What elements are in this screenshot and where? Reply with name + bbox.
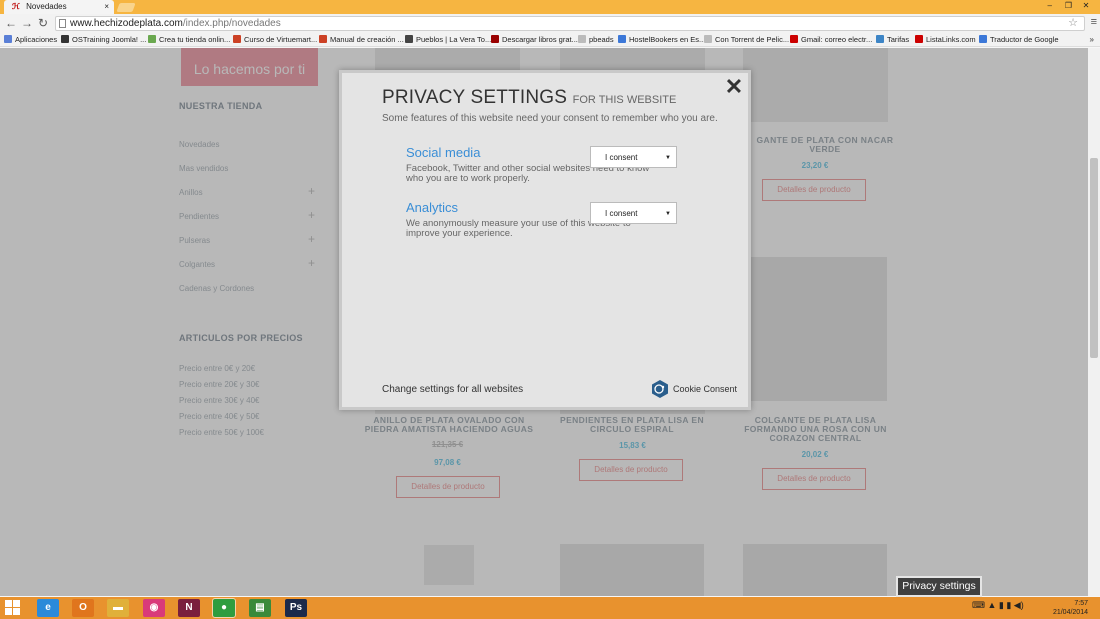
url-path: /index.php/novedades: [182, 18, 281, 29]
category-analytics-title: Analytics: [406, 200, 459, 215]
bookmark-item[interactable]: ListaLinks.com: [915, 33, 976, 46]
analytics-consent-select[interactable]: I consent ▼: [590, 202, 677, 224]
app-icon[interactable]: ▤: [249, 599, 271, 617]
page-icon: [59, 19, 66, 28]
bookmark-icon: [319, 35, 327, 43]
forward-icon[interactable]: →: [21, 16, 33, 31]
back-icon[interactable]: ←: [5, 16, 17, 31]
browser-tab[interactable]: ℋ Novedades ×: [4, 0, 114, 14]
scrollbar-thumb[interactable]: [1090, 158, 1098, 358]
privacy-settings-tab[interactable]: Privacy settings: [896, 576, 982, 597]
bookmark-item[interactable]: Descargar libros grat...: [491, 33, 578, 46]
cookie-consent-brand[interactable]: Cookie Consent: [673, 384, 737, 394]
bookmark-item[interactable]: Curso de Virtuemart...: [233, 33, 317, 46]
onenote-icon[interactable]: N: [178, 599, 200, 617]
bookmark-item[interactable]: Traductor de Google: [979, 33, 1059, 46]
dropdown-arrow-icon: ▼: [665, 211, 671, 217]
taskbar-clock[interactable]: 7:57 21/04/2014: [1053, 599, 1088, 617]
windows-taskbar: e O ▬ ◉ N ● ▤ Ps ⌨ ▲ ▮ ▮ ◀) 7:57 21/04/2…: [0, 597, 1100, 619]
window-close-icon[interactable]: ✕: [1076, 0, 1096, 11]
site-favicon-icon: ℋ: [12, 2, 20, 11]
change-all-settings-link[interactable]: Change settings for all websites: [382, 384, 523, 395]
bookmark-icon: [915, 35, 923, 43]
minimize-icon[interactable]: –: [1048, 0, 1052, 11]
bookmark-item[interactable]: Con Torrent de Pelic...: [704, 33, 789, 46]
system-tray-icons[interactable]: ⌨ ▲ ▮ ▮ ◀): [972, 600, 1024, 611]
bookmark-item[interactable]: Manual de creación ...: [319, 33, 404, 46]
app-icon[interactable]: ◉: [143, 599, 165, 617]
file-explorer-icon[interactable]: ▬: [107, 599, 129, 617]
privacy-settings-dialog: PRIVACY SETTINGS FOR THIS WEBSITE ✕ Some…: [339, 70, 751, 410]
tab-close-icon[interactable]: ×: [104, 0, 109, 14]
browser-menu-icon[interactable]: ≡: [1091, 16, 1097, 28]
windows-start-icon[interactable]: [5, 600, 21, 616]
bookmark-item[interactable]: HostelBookers en Es...: [618, 33, 705, 46]
bookmark-item[interactable]: pbeads: [578, 33, 614, 46]
bookmark-icon: [618, 35, 626, 43]
close-icon[interactable]: ✕: [724, 75, 744, 99]
bookmark-item[interactable]: Gmail: correo electr...: [790, 33, 872, 46]
social-media-consent-select[interactable]: I consent ▼: [590, 146, 677, 168]
outlook-icon[interactable]: O: [72, 599, 94, 617]
bookmark-icon: [61, 35, 69, 43]
internet-explorer-icon[interactable]: e: [37, 599, 59, 617]
folder-icon: [578, 35, 586, 43]
bookmark-icon: [405, 35, 413, 43]
bookmark-item[interactable]: Aplicaciones: [4, 33, 57, 46]
bookmarks-more-icon[interactable]: »: [1090, 33, 1094, 46]
bookmark-item[interactable]: Pueblos | La Vera To...: [405, 33, 491, 46]
new-tab-button[interactable]: [116, 3, 136, 12]
bookmark-item[interactable]: Tarifas: [876, 33, 909, 46]
bookmark-icon: [148, 35, 156, 43]
bookmark-star-icon[interactable]: ☆: [1068, 17, 1078, 30]
bookmark-icon: [491, 35, 499, 43]
apps-icon: [4, 35, 12, 43]
dialog-title-sub: FOR THIS WEBSITE: [572, 94, 677, 106]
bookmark-icon: [876, 35, 884, 43]
url-host: www.hechizodeplata.com: [70, 18, 183, 29]
chrome-icon[interactable]: ●: [212, 598, 236, 618]
page-scrollbar[interactable]: [1088, 48, 1100, 596]
clock-date: 21/04/2014: [1052, 609, 1088, 616]
dialog-title: PRIVACY SETTINGS FOR THIS WEBSITE: [382, 87, 677, 108]
dialog-description: Some features of this website need your …: [382, 113, 718, 124]
bookmarks-bar: Aplicaciones OSTraining Joomla! ... Crea…: [0, 33, 1100, 47]
dropdown-arrow-icon: ▼: [665, 155, 671, 161]
bookmark-item[interactable]: Crea tu tienda onlin...: [148, 33, 230, 46]
browser-titlebar: ℋ Novedades × – ❐ ✕: [0, 0, 1100, 14]
clock-time: 7:57: [1074, 600, 1088, 607]
category-social-media-title: Social media: [406, 145, 481, 160]
browser-toolbar: ← → ↻ www.hechizodeplata.com/index.php/n…: [0, 14, 1100, 33]
address-bar[interactable]: www.hechizodeplata.com/index.php/novedad…: [55, 16, 1085, 31]
tab-title: Novedades: [26, 2, 67, 11]
photoshop-icon[interactable]: Ps: [285, 599, 307, 617]
folder-icon: [704, 35, 712, 43]
maximize-icon[interactable]: ❐: [1065, 0, 1072, 11]
bookmark-icon: [233, 35, 241, 43]
translate-icon: [979, 35, 987, 43]
cookie-consent-logo-icon[interactable]: [651, 380, 669, 398]
reload-icon[interactable]: ↻: [38, 16, 48, 31]
bookmark-item[interactable]: OSTraining Joomla! ...: [61, 33, 146, 46]
gmail-icon: [790, 35, 798, 43]
